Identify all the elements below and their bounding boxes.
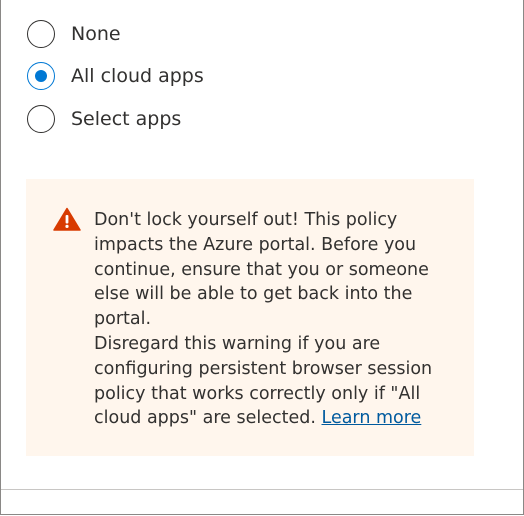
radio-option-all-cloud-apps[interactable]: All cloud apps xyxy=(27,60,204,93)
radio-button-none[interactable] xyxy=(27,19,55,48)
learn-more-link[interactable]: Learn more xyxy=(322,408,422,428)
radio-option-none[interactable]: None xyxy=(27,17,204,50)
radio-label-none: None xyxy=(71,22,121,45)
cloud-apps-radio-group: None All cloud apps Select apps xyxy=(27,17,204,145)
warning-message-bar: Don't lock yourself out! This policy imp… xyxy=(26,179,474,456)
warning-paragraph-lockout: Don't lock yourself out! This policy imp… xyxy=(94,210,429,330)
radio-option-select-apps[interactable]: Select apps xyxy=(27,102,204,135)
warning-triangle-icon xyxy=(53,207,81,231)
radio-button-select-apps[interactable] xyxy=(27,104,55,133)
divider xyxy=(1,489,523,490)
radio-label-all-cloud-apps: All cloud apps xyxy=(71,65,204,87)
radio-button-all-cloud-apps[interactable] xyxy=(27,62,55,90)
radio-label-select-apps: Select apps xyxy=(71,107,182,130)
warning-text: Don't lock yourself out! This policy imp… xyxy=(94,208,464,431)
warning-paragraph-disregard: Disregard this warning if you are config… xyxy=(94,332,464,431)
panel-frame: None All cloud apps Select apps Don't lo… xyxy=(0,0,524,515)
